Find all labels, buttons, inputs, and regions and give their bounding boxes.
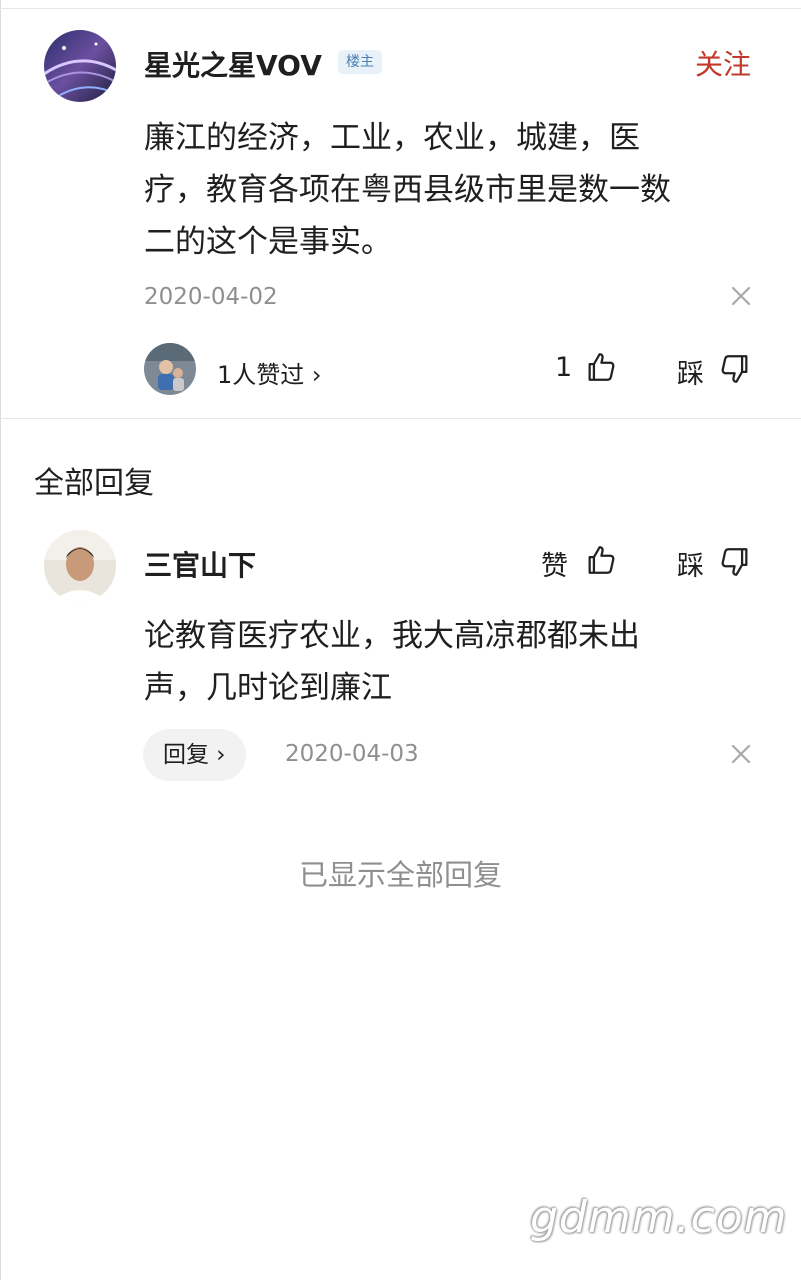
comment-content[interactable]: 廉江的经济，工业，农业，城建，医 疗，教育各项在粤西县级市里是数一数 二的这个是… [144,112,784,268]
close-icon[interactable] [729,742,753,766]
liker-avatar[interactable] [144,343,196,395]
content-line: 论教育医疗农业，我大高凉郡都未出 [144,618,640,654]
author-badge: 楼主 [338,50,382,74]
content-line: 疗，教育各项在粤西县级市里是数一数 [144,172,671,208]
like-count: 1 [555,352,573,383]
author-username[interactable]: 星光之星VOV [144,44,322,84]
content-line: 廉江的经济，工业，农业，城建，医 [144,120,640,156]
left-edge-line [0,0,1,1280]
thumbs-down-icon[interactable] [718,545,752,579]
section-divider [0,418,801,419]
content-line: 声，几时论到廉江 [144,670,392,706]
reply-user-avatar[interactable] [44,530,116,602]
watermark: gdmm.com [530,1192,788,1243]
likers-link[interactable]: 1人赞过 › [217,355,322,390]
reply-dislike-label[interactable]: 踩 [677,544,704,583]
comment-date: 2020-04-02 [144,284,278,310]
reply-content[interactable]: 论教育医疗农业，我大高凉郡都未出 声，几时论到廉江 [144,610,784,714]
author-avatar[interactable] [44,30,116,102]
content-line: 二的这个是事实。 [144,224,392,260]
replies-section-title: 全部回复 [34,466,154,501]
reply-date: 2020-04-03 [285,741,419,767]
top-divider [0,8,801,9]
reply-button[interactable]: 回复 › [143,729,246,781]
thumbs-up-icon[interactable] [584,543,618,577]
thumbs-down-icon[interactable] [718,352,752,386]
all-replies-shown-note: 已显示全部回复 [298,858,502,892]
follow-button[interactable]: 关注 [695,43,751,83]
thumbs-up-icon[interactable] [584,350,618,384]
reply-like-label[interactable]: 赞 [541,544,568,583]
reply-username[interactable]: 三官山下 [144,544,256,584]
close-icon[interactable] [729,284,753,308]
dislike-label[interactable]: 踩 [677,352,704,391]
